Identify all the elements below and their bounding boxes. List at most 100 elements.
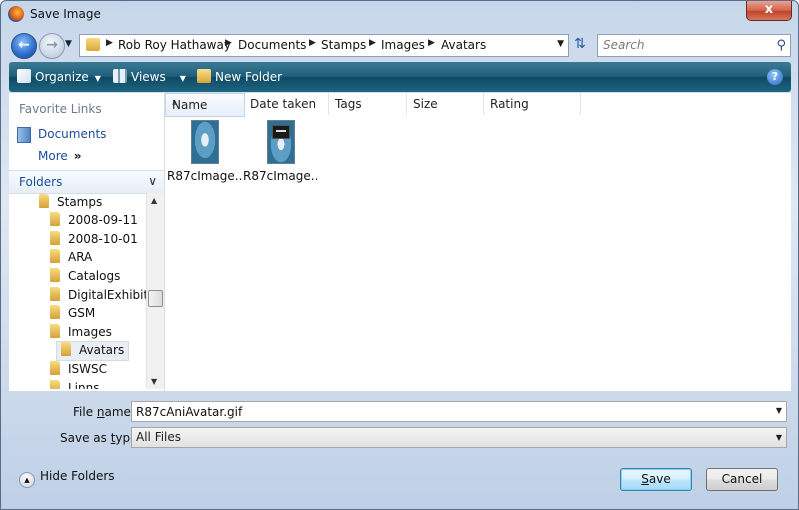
chevron-up-icon: ▲	[19, 472, 35, 488]
column-header-label: Name	[172, 98, 208, 112]
tree-item-label: Catalogs	[68, 269, 121, 283]
tree-item-catalogs[interactable]: Catalogs	[50, 268, 120, 286]
tree-item-avatars[interactable]: Avatars	[56, 341, 130, 361]
chevron-right-icon[interactable]: ▶	[225, 38, 232, 48]
address-dropdown-icon[interactable]: ▼	[557, 39, 564, 49]
folder-icon	[50, 212, 60, 226]
new-folder-icon	[197, 69, 211, 83]
firefox-icon	[8, 6, 24, 22]
more-label: More	[38, 149, 68, 163]
animation-badge-icon	[272, 125, 290, 139]
scrollbar-thumb[interactable]	[148, 290, 163, 307]
tree-item-label: Stamps	[57, 195, 103, 209]
breadcrumb-documents[interactable]: Documents	[238, 38, 306, 52]
tree-item-linns[interactable]: Linns	[50, 380, 99, 389]
file-item[interactable]: R87cImage...	[167, 119, 241, 183]
search-icon[interactable]: ⚲	[776, 38, 786, 53]
save-type-label-pre: Save as	[60, 431, 111, 445]
save-button[interactable]: Save	[620, 468, 692, 491]
folder-icon	[50, 231, 60, 245]
chevron-down-icon[interactable]: ▼	[776, 406, 782, 415]
help-icon[interactable]: ?	[767, 69, 783, 85]
forward-button[interactable]: →	[39, 33, 65, 59]
chevron-down-icon: ∨	[148, 174, 157, 188]
tree-item-label: ISWSC	[68, 362, 108, 376]
double-chevron-right-icon: »	[73, 149, 82, 163]
folder-icon	[50, 361, 60, 375]
chevron-right-icon[interactable]: ▶	[309, 38, 316, 48]
chevron-right-icon[interactable]: ▶	[369, 38, 376, 48]
tree-item-images[interactable]: Images	[50, 324, 112, 342]
scroll-down-icon[interactable]: ▼	[151, 377, 157, 386]
column-header-rating[interactable]: Rating	[484, 93, 581, 115]
save-button-rest: ave	[648, 472, 671, 486]
scroll-up-icon[interactable]: ▲	[151, 196, 157, 205]
search-input[interactable]: Search ⚲	[597, 34, 791, 57]
tree-item-label: ARA	[68, 250, 93, 264]
back-button[interactable]: ←	[11, 33, 37, 59]
new-folder-button[interactable]: New Folder	[197, 69, 282, 84]
close-button[interactable]: x	[746, 1, 792, 21]
views-button[interactable]: Views ▼	[113, 69, 186, 84]
save-button-key: S	[641, 472, 649, 486]
column-header-name[interactable]: ▲ Name	[165, 93, 245, 117]
breadcrumb-stamps[interactable]: Stamps	[321, 38, 366, 52]
folders-header[interactable]: Folders ∨	[9, 170, 164, 194]
tree-item-iswsc[interactable]: ISWSC	[50, 361, 107, 379]
breadcrumb-images[interactable]: Images	[381, 38, 425, 52]
save-as-type-select[interactable]: All Files ▼	[131, 427, 787, 448]
folder-tree-scrollbar[interactable]: ▲ ▼	[146, 193, 164, 389]
chevron-down-icon: ▼	[94, 74, 101, 83]
tree-item-stamps[interactable]: Stamps	[39, 194, 102, 212]
breadcrumb-rob-roy-hathaway[interactable]: Rob Roy Hathaway	[118, 38, 231, 52]
command-toolbar: Organize ▼ Views ▼ New Folder ?	[9, 62, 791, 92]
organize-icon	[17, 69, 31, 83]
views-icon	[113, 69, 127, 83]
folder-icon	[50, 287, 60, 301]
hide-folders-button[interactable]: ▲ Hide Folders	[19, 469, 115, 488]
save-as-type-label: Save as type:	[60, 431, 142, 445]
favorite-more-label: More »	[38, 149, 82, 163]
recent-pages-dropdown-icon[interactable]: ▼	[65, 39, 72, 49]
breadcrumb-avatars[interactable]: Avatars	[441, 38, 486, 52]
title-bar: Save Image x	[1, 1, 798, 29]
new-folder-label: New Folder	[215, 70, 283, 84]
hide-folders-label: Hide Folders	[40, 469, 115, 483]
organize-button[interactable]: Organize ▼	[17, 69, 101, 84]
chevron-right-icon[interactable]: ▶	[106, 38, 113, 48]
favorite-documents-label: Documents	[38, 127, 107, 141]
column-header-label: Rating	[490, 97, 529, 111]
address-bar[interactable]: ▶ Rob Roy Hathaway ▶ Documents ▶ Stamps …	[79, 34, 569, 57]
file-name-field[interactable]: ▼	[131, 401, 787, 422]
file-name-label: File name:	[73, 405, 135, 419]
tree-item-2008-10-01[interactable]: 2008-10-01	[50, 231, 138, 249]
tree-item-2008-09-11[interactable]: 2008-09-11	[50, 212, 138, 230]
tree-item-label: 2008-09-11	[68, 213, 138, 227]
folders-header-label: Folders	[19, 175, 63, 189]
cancel-button[interactable]: Cancel	[706, 468, 778, 491]
tree-item-ara[interactable]: ARA	[50, 249, 92, 267]
file-item[interactable]: R87cImage...	[243, 119, 317, 183]
chevron-down-icon[interactable]: ▼	[776, 433, 782, 442]
favorite-more[interactable]: More »	[15, 146, 155, 166]
folder-icon	[50, 249, 60, 263]
documents-icon	[17, 127, 31, 143]
tree-item-gsm[interactable]: GSM	[50, 305, 95, 323]
refresh-icon[interactable]: ⇅	[569, 34, 591, 55]
search-placeholder: Search	[603, 38, 645, 52]
column-header-size[interactable]: Size	[407, 93, 484, 115]
tree-item-label: Linns	[68, 381, 100, 389]
chevron-right-icon[interactable]: ▶	[428, 38, 435, 48]
folder-icon	[61, 342, 71, 356]
folder-icon	[50, 305, 60, 319]
favorite-links-header: Favorite Links	[19, 102, 102, 116]
chevron-down-icon: ▼	[179, 74, 186, 83]
window-title: Save Image	[30, 7, 101, 21]
favorite-documents[interactable]: Documents	[15, 124, 155, 144]
column-header-tags[interactable]: Tags	[329, 93, 407, 115]
folder-icon	[50, 268, 60, 282]
tree-item-digitalexhibits[interactable]: DigitalExhibits	[50, 287, 147, 305]
column-header-date-taken[interactable]: Date taken	[244, 93, 329, 115]
folder-icon	[39, 194, 49, 208]
file-name-input[interactable]	[134, 402, 768, 421]
